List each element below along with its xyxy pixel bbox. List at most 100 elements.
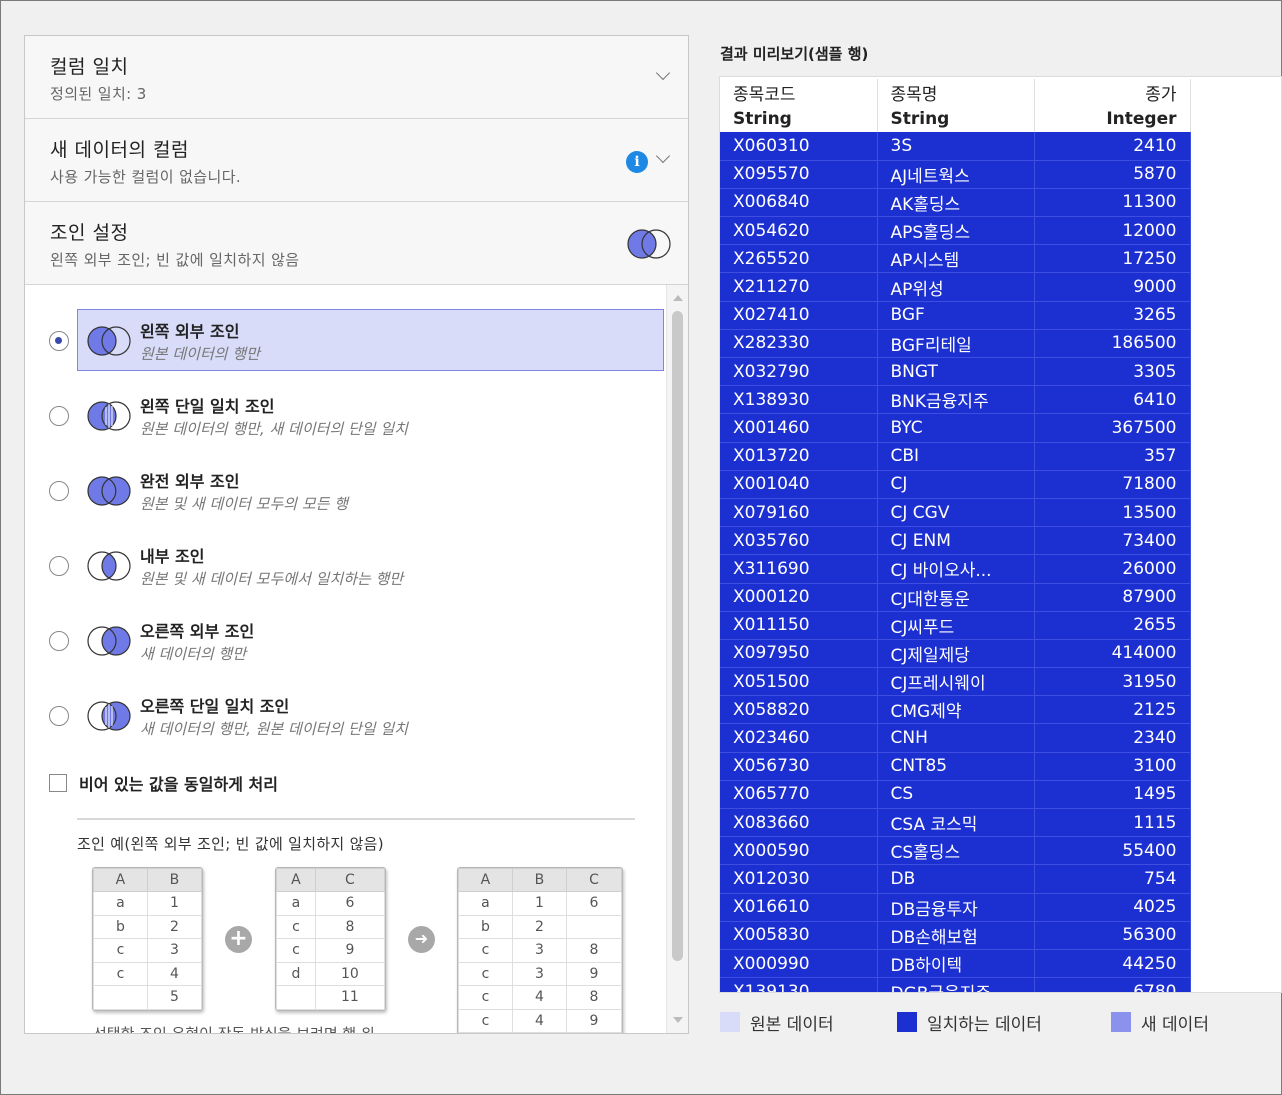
table-row[interactable]: X016610 DB금융투자 4025 xyxy=(720,893,1191,922)
scroll-up-icon[interactable] xyxy=(673,295,683,301)
example-row: c4 xyxy=(93,961,202,986)
example-row: c49 xyxy=(458,1008,622,1033)
table-row[interactable]: X005830 DB손해보험 56300 xyxy=(720,921,1191,950)
example-cell: c xyxy=(458,1008,513,1033)
example-cell: 8 xyxy=(314,914,385,939)
preview-table-container[interactable]: 종목코드 종목명 종가 String String Integer X06031… xyxy=(719,76,1282,993)
new-data-columns-section[interactable]: 새 데이터의 컬럼 사용 가능한 컬럼이 없습니다. i xyxy=(25,119,688,202)
example-row: c8 xyxy=(276,914,385,939)
join-option-card[interactable]: 오른쪽 외부 조인 새 데이터의 행만 xyxy=(77,609,664,671)
radio-right-single[interactable] xyxy=(49,706,69,726)
table-row[interactable]: X051500 CJ프레시웨이 31950 xyxy=(720,667,1191,697)
table-row[interactable]: X056730 CNT85 3100 xyxy=(720,752,1191,781)
table-row[interactable]: X000120 CJ대한통운 87900 xyxy=(720,583,1191,612)
table-row[interactable]: X095570 AJ네트웍스 5870 xyxy=(720,160,1191,189)
cell-code: X054620 xyxy=(720,216,878,246)
column-match-section[interactable]: 컬럼 일치 정의된 일치: 3 xyxy=(25,36,688,119)
join-settings-title: 조인 설정 xyxy=(50,222,129,244)
example-cell: 2 xyxy=(511,914,568,939)
cell-code: X282330 xyxy=(720,329,878,359)
treat-empty-equal-checkbox-row[interactable]: 비어 있는 값을 동일하게 처리 xyxy=(49,771,549,795)
table-row[interactable]: X058820 CMG제약 2125 xyxy=(720,695,1191,725)
left-outer-venn-icon xyxy=(87,326,131,356)
vertical-scrollbar[interactable] xyxy=(666,285,688,1033)
join-settings-section[interactable]: 조인 설정 왼쪽 외부 조인; 빈 값에 일치하지 않음 xyxy=(25,202,688,285)
column-header-close-price[interactable]: 종가 xyxy=(1034,79,1191,105)
example-row: 5 xyxy=(93,985,202,1010)
join-option-card[interactable]: 내부 조인 원본 및 새 데이터 모두에서 일치하는 행만 xyxy=(77,534,664,596)
cell-code: X056730 xyxy=(720,752,878,781)
join-option-left-outer[interactable]: 왼쪽 외부 조인 원본 데이터의 행만 xyxy=(25,309,665,373)
scroll-down-icon[interactable] xyxy=(673,1017,683,1023)
treat-empty-equal-label[interactable]: 비어 있는 값을 동일하게 처리 xyxy=(79,771,278,795)
cell-code: X001040 xyxy=(720,470,878,499)
table-row[interactable]: X011150 CJ씨푸드 2655 xyxy=(720,611,1191,640)
table-row[interactable]: X012030 DB 754 xyxy=(720,864,1191,894)
scroll-thumb[interactable] xyxy=(672,311,683,961)
right-outer-venn-icon xyxy=(87,626,131,656)
column-header-name[interactable]: 종목명 xyxy=(877,79,1035,105)
cell-name: CJ xyxy=(877,470,1035,499)
table-row[interactable]: X032790 BNGT 3305 xyxy=(720,357,1191,387)
radio-inner[interactable] xyxy=(49,556,69,576)
join-option-inner[interactable]: 내부 조인 원본 및 새 데이터 모두에서 일치하는 행만 xyxy=(25,534,665,598)
table-row[interactable]: X001460 BYC 367500 xyxy=(720,413,1191,443)
cell-code: X013720 xyxy=(720,442,878,471)
join-options-scroll-area[interactable]: 왼쪽 외부 조인 원본 데이터의 행만 왼쪽 단일 일치 조인 원본 데이터의 … xyxy=(25,285,688,1033)
radio-right-outer[interactable] xyxy=(49,631,69,651)
table-row[interactable]: X265520 AP시스템 17250 xyxy=(720,244,1191,274)
join-option-card[interactable]: 왼쪽 단일 일치 조인 원본 데이터의 행만, 새 데이터의 단일 일치 xyxy=(77,384,664,446)
table-row[interactable]: X006840 AK홀딩스 11300 xyxy=(720,188,1191,218)
cell-code: X000590 xyxy=(720,836,878,866)
table-row[interactable]: X035760 CJ ENM 73400 xyxy=(720,526,1191,556)
cell-close-price: 5870 xyxy=(1034,160,1191,189)
left-join-venn-icon[interactable] xyxy=(626,228,672,260)
cell-name: CS홀딩스 xyxy=(877,836,1035,866)
table-row[interactable]: X013720 CBI 357 xyxy=(720,442,1191,471)
example-cell: 4 xyxy=(511,985,568,1010)
info-icon[interactable]: i xyxy=(626,151,648,173)
join-option-desc: 새 데이터의 행만 xyxy=(140,645,247,663)
example-left-table: ABa1b2c3c45 xyxy=(92,867,203,1011)
cell-close-price: 1115 xyxy=(1034,808,1191,838)
radio-left-outer[interactable] xyxy=(49,331,69,351)
table-row[interactable]: X139130DGB금융지주6780 xyxy=(720,977,1191,992)
cell-name: AK홀딩스 xyxy=(877,188,1035,218)
column-header-code[interactable]: 종목코드 xyxy=(720,79,878,105)
cell-name: CMG제약 xyxy=(877,695,1035,725)
table-row[interactable]: X097950 CJ제일제당 414000 xyxy=(720,639,1191,669)
join-option-right-outer[interactable]: 오른쪽 외부 조인 새 데이터의 행만 xyxy=(25,609,665,673)
table-row[interactable]: X023460 CNH 2340 xyxy=(720,723,1191,753)
legend-swatch xyxy=(1111,1012,1131,1032)
cell-close-price: 357 xyxy=(1034,442,1191,471)
cell-name: BNK금융지주 xyxy=(877,385,1035,415)
treat-empty-equal-checkbox[interactable] xyxy=(49,774,67,792)
table-row[interactable]: X079160 CJ CGV 13500 xyxy=(720,498,1191,528)
cell-close-price: 6410 xyxy=(1034,385,1191,415)
table-row[interactable]: X211270 AP위성 9000 xyxy=(720,272,1191,302)
join-option-card[interactable]: 왼쪽 외부 조인 원본 데이터의 행만 xyxy=(77,309,664,371)
radio-full-outer[interactable] xyxy=(49,481,69,501)
join-option-full-outer[interactable]: 완전 외부 조인 원본 및 새 데이터 모두의 모든 행 xyxy=(25,459,665,523)
table-row[interactable]: X138930 BNK금융지주 6410 xyxy=(720,385,1191,415)
join-option-card[interactable]: 오른쪽 단일 일치 조인 새 데이터의 행만, 원본 데이터의 단일 일치 xyxy=(77,684,664,746)
cell-name: BGF xyxy=(877,301,1035,330)
radio-left-single[interactable] xyxy=(49,406,69,426)
cell-code: X006840 xyxy=(720,188,878,218)
join-option-card[interactable]: 완전 외부 조인 원본 및 새 데이터 모두의 모든 행 xyxy=(77,459,664,521)
legend-label: 일치하는 데이터 xyxy=(927,1015,1042,1035)
table-row[interactable]: X054620 APS홀딩스 12000 xyxy=(720,216,1191,246)
table-row[interactable]: X001040 CJ 71800 xyxy=(720,470,1191,499)
table-row[interactable]: X311690 CJ 바이오사... 26000 xyxy=(720,554,1191,584)
table-row[interactable]: X083660 CSA 코스믹 1115 xyxy=(720,808,1191,838)
join-option-left-single[interactable]: 왼쪽 단일 일치 조인 원본 데이터의 행만, 새 데이터의 단일 일치 xyxy=(25,384,665,448)
example-cell: c xyxy=(458,985,513,1010)
column-type-name: String xyxy=(877,105,1035,132)
table-row[interactable]: X000590 CS홀딩스 55400 xyxy=(720,836,1191,866)
join-option-right-single[interactable]: 오른쪽 단일 일치 조인 새 데이터의 행만, 원본 데이터의 단일 일치 xyxy=(25,684,665,748)
table-row[interactable]: X060310 3S 2410 xyxy=(720,132,1191,161)
table-row[interactable]: X065770 CS 1495 xyxy=(720,780,1191,810)
table-row[interactable]: X000990 DB하이텍 44250 xyxy=(720,949,1191,979)
table-row[interactable]: X027410 BGF 3265 xyxy=(720,301,1191,330)
table-row[interactable]: X282330 BGF리테일 186500 xyxy=(720,329,1191,359)
